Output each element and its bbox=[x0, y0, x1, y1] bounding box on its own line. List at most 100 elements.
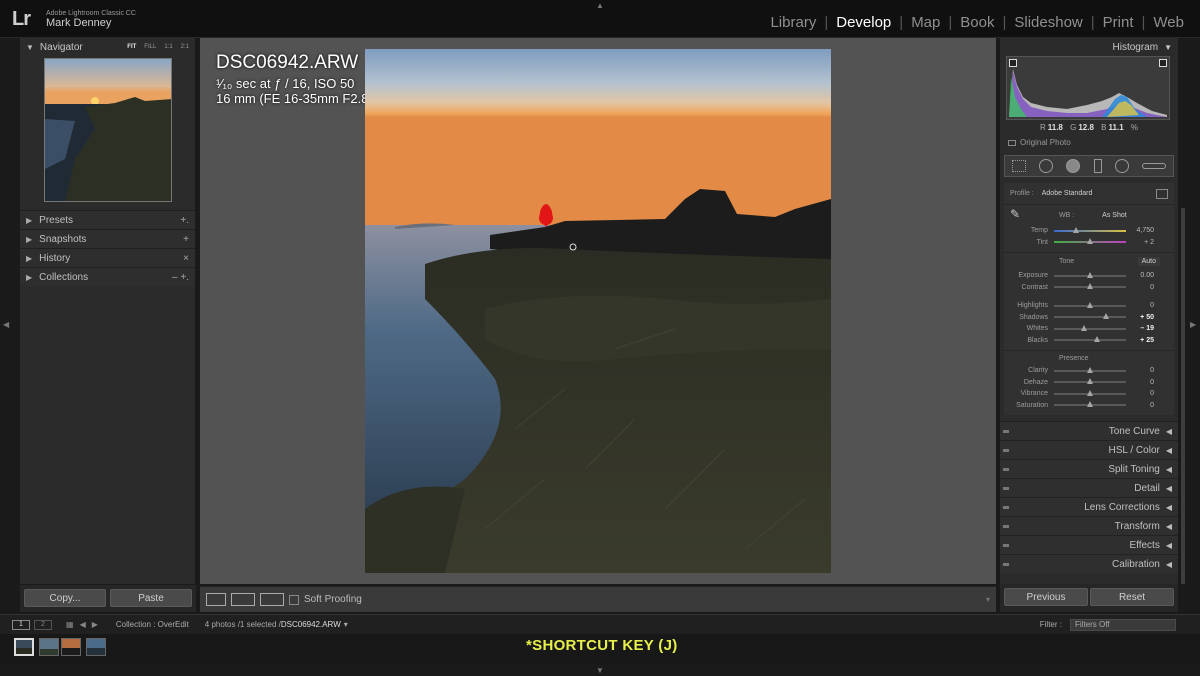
zoom-option[interactable]: 2:1 bbox=[181, 44, 189, 50]
slider-track[interactable] bbox=[1054, 401, 1126, 408]
expand-triangle-icon[interactable]: ◀ bbox=[1166, 465, 1172, 474]
panel-collections[interactable]: ▶ Collections – +. bbox=[20, 267, 195, 286]
panel-switch-icon[interactable] bbox=[1003, 429, 1009, 433]
module-library[interactable]: Library bbox=[762, 14, 824, 31]
panel-effects[interactable]: Effects ◀ bbox=[1000, 535, 1178, 554]
slider-handle[interactable] bbox=[1087, 301, 1093, 308]
slider-value[interactable]: 0.00 bbox=[1126, 272, 1160, 279]
loupe-view-icon[interactable] bbox=[206, 593, 226, 606]
red-eye-icon[interactable] bbox=[1066, 159, 1081, 173]
zoom-option[interactable]: FILL bbox=[144, 44, 156, 50]
slider-value[interactable]: 0 bbox=[1126, 390, 1160, 397]
slider-value[interactable]: 4,750 bbox=[1126, 227, 1160, 234]
slider-track[interactable] bbox=[1054, 389, 1126, 396]
histogram[interactable] bbox=[1006, 56, 1170, 120]
thumbnail-3[interactable] bbox=[61, 638, 81, 656]
slider-track[interactable] bbox=[1054, 336, 1126, 343]
slider-value[interactable]: + 2 bbox=[1126, 239, 1160, 246]
expand-triangle-icon[interactable]: ◀ bbox=[1166, 427, 1172, 436]
slider-track[interactable] bbox=[1054, 378, 1126, 385]
slider-value[interactable]: + 25 bbox=[1126, 337, 1160, 344]
module-map[interactable]: Map bbox=[903, 14, 948, 31]
expand-triangle-icon[interactable]: ▶ bbox=[26, 254, 32, 263]
panel-switch-icon[interactable] bbox=[1003, 524, 1009, 528]
slider-track[interactable] bbox=[1054, 271, 1126, 278]
right-panel-toggle-icon[interactable]: ▶ bbox=[1190, 320, 1196, 329]
auto-tone-button[interactable]: Auto bbox=[1137, 257, 1160, 266]
slider-value[interactable]: – 19 bbox=[1126, 325, 1160, 332]
expand-triangle-icon[interactable]: ▶ bbox=[26, 216, 32, 225]
panel-switch-icon[interactable] bbox=[1003, 486, 1009, 490]
expand-triangle-icon[interactable]: ◀ bbox=[1166, 503, 1172, 512]
highlight-clipping-icon[interactable] bbox=[1159, 59, 1167, 67]
panel-transform[interactable]: Transform ◀ bbox=[1000, 516, 1178, 535]
slider-handle[interactable] bbox=[1072, 226, 1079, 233]
navigator-header[interactable]: ▼ Navigator FIT FILL 1:1 2:1 bbox=[20, 38, 195, 56]
before-after-split-icon[interactable] bbox=[260, 593, 284, 606]
reset-button[interactable]: Reset bbox=[1090, 588, 1174, 606]
slider-track[interactable] bbox=[1054, 283, 1126, 290]
panel-tone-curve[interactable]: Tone Curve ◀ bbox=[1000, 421, 1178, 440]
navigator-preview[interactable] bbox=[44, 58, 172, 202]
slider-value[interactable]: 0 bbox=[1126, 284, 1160, 291]
paste-button[interactable]: Paste bbox=[110, 589, 192, 607]
module-print[interactable]: Print bbox=[1095, 14, 1142, 31]
zoom-option[interactable]: FIT bbox=[127, 44, 136, 50]
before-after-icon[interactable] bbox=[231, 593, 255, 606]
toolbar-menu-icon[interactable]: ▾ bbox=[986, 595, 990, 604]
slider-handle[interactable] bbox=[1087, 378, 1093, 385]
slider-handle[interactable] bbox=[1102, 313, 1109, 320]
chevron-down-icon[interactable]: ▾ bbox=[344, 620, 348, 629]
module-slideshow[interactable]: Slideshow bbox=[1006, 14, 1090, 31]
crop-tool-icon[interactable] bbox=[1011, 160, 1026, 172]
panel-controls[interactable]: + bbox=[183, 234, 189, 245]
expand-triangle-icon[interactable]: ◀ bbox=[1166, 484, 1172, 493]
slider-value[interactable]: 0 bbox=[1126, 402, 1160, 409]
top-panel-toggle-icon[interactable]: ▲ bbox=[596, 1, 604, 10]
slider-value[interactable]: 0 bbox=[1126, 379, 1160, 386]
main-photo[interactable] bbox=[365, 49, 831, 573]
profile-browser-icon[interactable] bbox=[1156, 188, 1168, 199]
module-web[interactable]: Web bbox=[1145, 14, 1192, 31]
right-panel-scrollbar[interactable] bbox=[1181, 208, 1185, 584]
module-book[interactable]: Book bbox=[952, 14, 1002, 31]
wb-eyedropper-icon[interactable]: ✎ bbox=[1010, 207, 1020, 221]
expand-triangle-icon[interactable]: ◀ bbox=[1166, 446, 1172, 455]
wb-select[interactable]: As Shot bbox=[1102, 212, 1127, 219]
slider-track[interactable] bbox=[1054, 301, 1126, 308]
panel-controls[interactable]: × bbox=[183, 253, 189, 264]
panel-controls[interactable]: +. bbox=[180, 215, 189, 226]
loupe-view[interactable]: DSC06942.ARW ¹⁄₁₀ sec at ƒ / 16, ISO 50 … bbox=[200, 38, 996, 584]
panel-lens-corrections[interactable]: Lens Corrections ◀ bbox=[1000, 497, 1178, 516]
slider-track[interactable] bbox=[1054, 238, 1126, 245]
slider-handle[interactable] bbox=[1081, 324, 1088, 331]
slider-value[interactable]: 0 bbox=[1126, 302, 1160, 309]
panel-history[interactable]: ▶ History × bbox=[20, 248, 195, 267]
expand-triangle-icon[interactable]: ▶ bbox=[26, 273, 32, 282]
original-photo[interactable]: Original Photo bbox=[1008, 138, 1178, 147]
slider-handle[interactable] bbox=[1087, 366, 1093, 373]
slider-handle[interactable] bbox=[1087, 238, 1093, 245]
slider-handle[interactable] bbox=[1087, 389, 1093, 396]
left-panel-toggle-icon[interactable]: ◀ bbox=[3, 320, 9, 329]
panel-switch-icon[interactable] bbox=[1003, 448, 1009, 452]
forward-arrow-icon[interactable]: ▶ bbox=[92, 620, 98, 629]
panel-detail[interactable]: Detail ◀ bbox=[1000, 478, 1178, 497]
slider-track[interactable] bbox=[1054, 324, 1126, 331]
back-arrow-icon[interactable]: ◀ bbox=[80, 620, 86, 629]
collection-source[interactable]: Collection : OverEdit bbox=[116, 620, 189, 629]
panel-calibration[interactable]: Calibration ◀ bbox=[1000, 554, 1178, 573]
slider-track[interactable] bbox=[1054, 226, 1126, 233]
radial-filter-icon[interactable] bbox=[1114, 159, 1129, 173]
slider-handle[interactable] bbox=[1094, 336, 1101, 343]
graduated-filter-icon[interactable] bbox=[1093, 159, 1102, 173]
soft-proofing-checkbox[interactable] bbox=[289, 594, 299, 605]
panel-switch-icon[interactable] bbox=[1003, 505, 1009, 509]
thumbnail-4[interactable] bbox=[86, 638, 106, 656]
collapse-triangle-icon[interactable]: ▼ bbox=[26, 43, 34, 52]
slider-track[interactable] bbox=[1054, 313, 1126, 320]
panel-switch-icon[interactable] bbox=[1003, 467, 1009, 471]
spot-removal-icon[interactable] bbox=[1038, 159, 1053, 173]
expand-triangle-icon[interactable]: ◀ bbox=[1166, 560, 1172, 569]
expand-triangle-icon[interactable]: ◀ bbox=[1166, 522, 1172, 531]
